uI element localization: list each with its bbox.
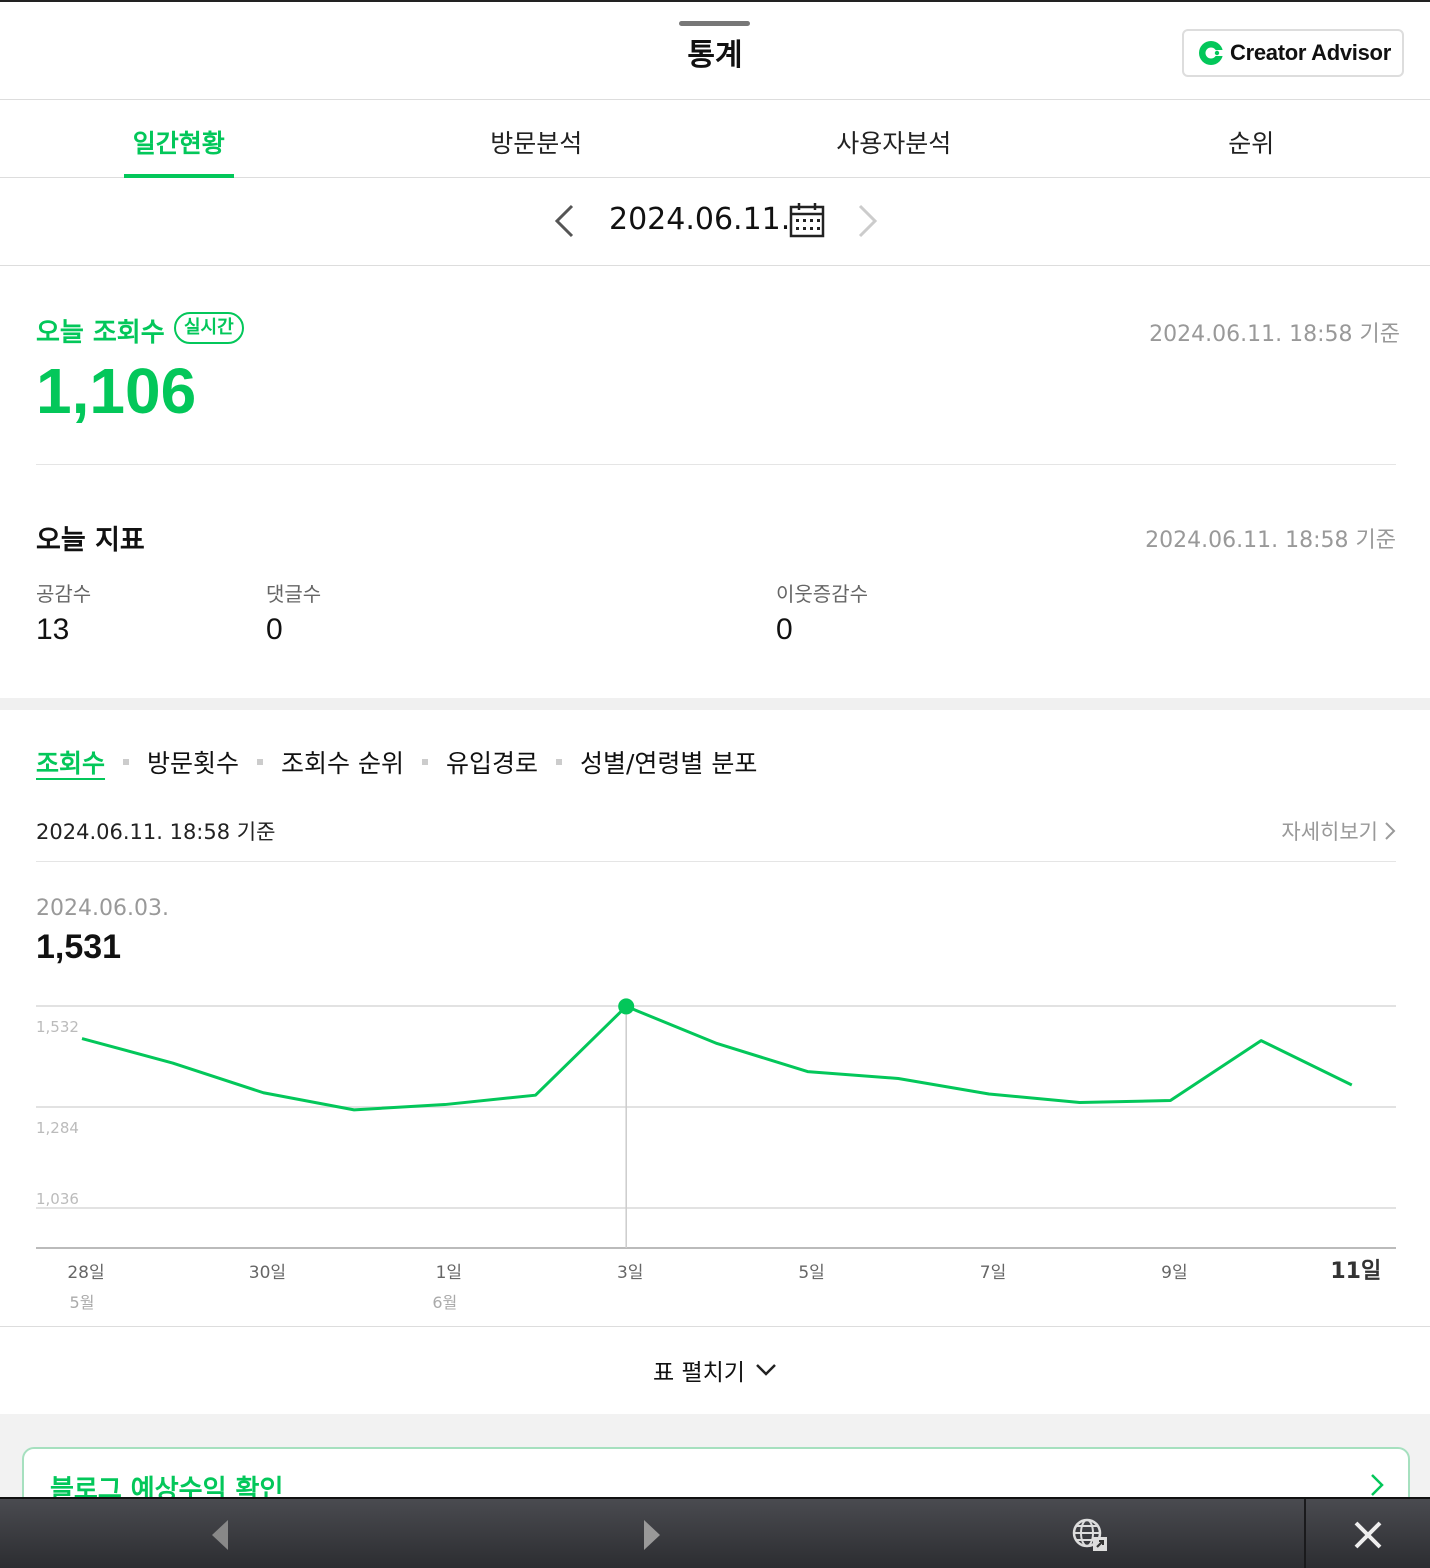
today-views-label: 오늘 조회수 <box>36 318 165 348</box>
today-views-section: 오늘 조회수 실시간 2024.06.11. 18:58 기준 1,106 <box>0 266 1430 466</box>
metric-value: 0 <box>266 613 283 646</box>
close-button[interactable] <box>1330 1499 1406 1568</box>
creator-advisor-label: Creator Advisor <box>1230 40 1391 65</box>
x-tick-label: 7일 <box>980 1263 1006 1283</box>
chevron-right-icon <box>1385 822 1396 840</box>
expand-table-label: 표 펼치기 <box>653 1360 745 1386</box>
subtab-views[interactable]: 조회수 <box>36 744 105 780</box>
chevron-left-icon[interactable] <box>552 203 578 239</box>
metric-label: 댓글수 <box>266 582 322 606</box>
tab-user-analysis[interactable]: 사용자분석 <box>715 100 1073 177</box>
forward-button[interactable] <box>612 1499 692 1568</box>
view-details-label: 자세히보기 <box>1281 820 1378 844</box>
top-header: 통계 Creator Advisor <box>0 0 1430 100</box>
expand-table-button[interactable]: 표 펼치기 <box>0 1326 1430 1414</box>
metric-label: 공감수 <box>36 582 92 606</box>
y-tick-label: 1,284 <box>36 1119 79 1137</box>
tab-label: 방문분석 <box>490 129 583 158</box>
x-tick-month-label: 6월 <box>432 1293 457 1312</box>
divider <box>36 861 1396 862</box>
subtab-gender-age[interactable]: 성별/연령별 분포 <box>580 744 757 780</box>
indicators-basis-time: 2024.06.11. 18:58 기준 <box>1145 528 1396 553</box>
main-tabs: 일간현황 방문분석 사용자분석 순위 <box>0 100 1430 178</box>
date-navigator: 2024.06.11. <box>0 178 1430 266</box>
metric-value: 13 <box>36 613 70 646</box>
series-line <box>81 1004 1353 1112</box>
today-indicators-section: 오늘 지표 2024.06.11. 18:58 기준 공감수 13 댓글수 0 … <box>0 466 1430 698</box>
subtab-visits[interactable]: 방문횟수 <box>147 744 239 780</box>
selected-point-date: 2024.06.03. <box>36 896 169 921</box>
divider <box>36 464 1396 465</box>
selected-point-value: 1,531 <box>36 928 122 966</box>
metric-neighbor-change: 이웃증감수 0 <box>776 578 868 647</box>
x-tick-label: 1일 <box>436 1263 462 1283</box>
separator-dot <box>257 759 264 765</box>
triangle-right-icon <box>644 1519 660 1550</box>
close-icon <box>1354 1521 1382 1548</box>
x-tick-label: 30일 <box>249 1263 286 1283</box>
x-tick-label: 28일 <box>67 1263 104 1283</box>
globe-link-icon <box>1072 1518 1107 1551</box>
creator-advisor-button[interactable]: Creator Advisor <box>1182 29 1404 77</box>
browser-bottom-bar <box>0 1497 1430 1568</box>
chart-basis-time: 2024.06.11. 18:58 기준 <box>36 820 276 844</box>
open-in-browser-button[interactable] <box>1050 1499 1130 1568</box>
indicators-title: 오늘 지표 <box>36 525 145 556</box>
subtab-referrers[interactable]: 유입경로 <box>446 744 538 780</box>
tab-daily-status[interactable]: 일간현황 <box>0 100 358 178</box>
separator-dot <box>556 759 562 765</box>
metric-likes: 공감수 13 <box>36 578 91 647</box>
tab-label: 일간현황 <box>132 129 225 158</box>
subtab-views-ranking[interactable]: 조회수 순위 <box>281 744 404 780</box>
x-tick-month-label: 5월 <box>70 1293 95 1312</box>
today-views-basis-time: 2024.06.11. 18:58 기준 <box>1149 322 1400 347</box>
metric-comments: 댓글수 0 <box>266 578 321 647</box>
view-details-link[interactable]: 자세히보기 <box>1281 816 1396 846</box>
tab-visit-analysis[interactable]: 방문분석 <box>358 100 716 177</box>
back-button[interactable] <box>180 1499 260 1568</box>
x-tick-label: 3일 <box>617 1263 643 1283</box>
triangle-left-icon <box>212 1519 228 1550</box>
current-date: 2024.06.11. <box>609 202 791 237</box>
chevron-right-icon <box>1371 1474 1384 1496</box>
tab-label: 사용자분석 <box>836 129 952 158</box>
chevron-down-icon <box>756 1364 776 1376</box>
chart-subtabs: 조회수 방문횟수 조회수 순위 유입경로 성별/연령별 분포 <box>36 744 757 780</box>
separator-dot <box>421 759 428 765</box>
divider <box>1304 1499 1306 1568</box>
tab-label: 순위 <box>1228 129 1275 158</box>
y-tick-label: 1,036 <box>36 1190 79 1208</box>
drag-handle[interactable] <box>679 21 750 26</box>
calendar-icon[interactable] <box>789 202 825 238</box>
selected-data-point <box>618 998 635 1015</box>
section-separator <box>0 698 1430 710</box>
creator-advisor-logo-icon <box>1199 41 1224 65</box>
chevron-right-icon[interactable] <box>854 203 880 239</box>
separator-dot <box>123 759 130 765</box>
y-tick-label: 1,532 <box>36 1018 79 1036</box>
tab-ranking[interactable]: 순위 <box>1073 100 1430 177</box>
x-tick-label: 11일 <box>1330 1259 1381 1284</box>
views-line-chart[interactable]: 1,532 1,284 1,036 28일 5월 30일 1일 6월 3일 5일 7일 9일 11일 <box>0 990 1430 1320</box>
today-views-value: 1,106 <box>36 355 197 427</box>
metric-value: 0 <box>776 613 793 646</box>
x-tick-label: 9일 <box>1161 1263 1187 1283</box>
x-tick-label: 5일 <box>798 1263 824 1283</box>
metric-label: 이웃증감수 <box>776 582 868 606</box>
realtime-badge: 실시간 <box>174 312 244 344</box>
